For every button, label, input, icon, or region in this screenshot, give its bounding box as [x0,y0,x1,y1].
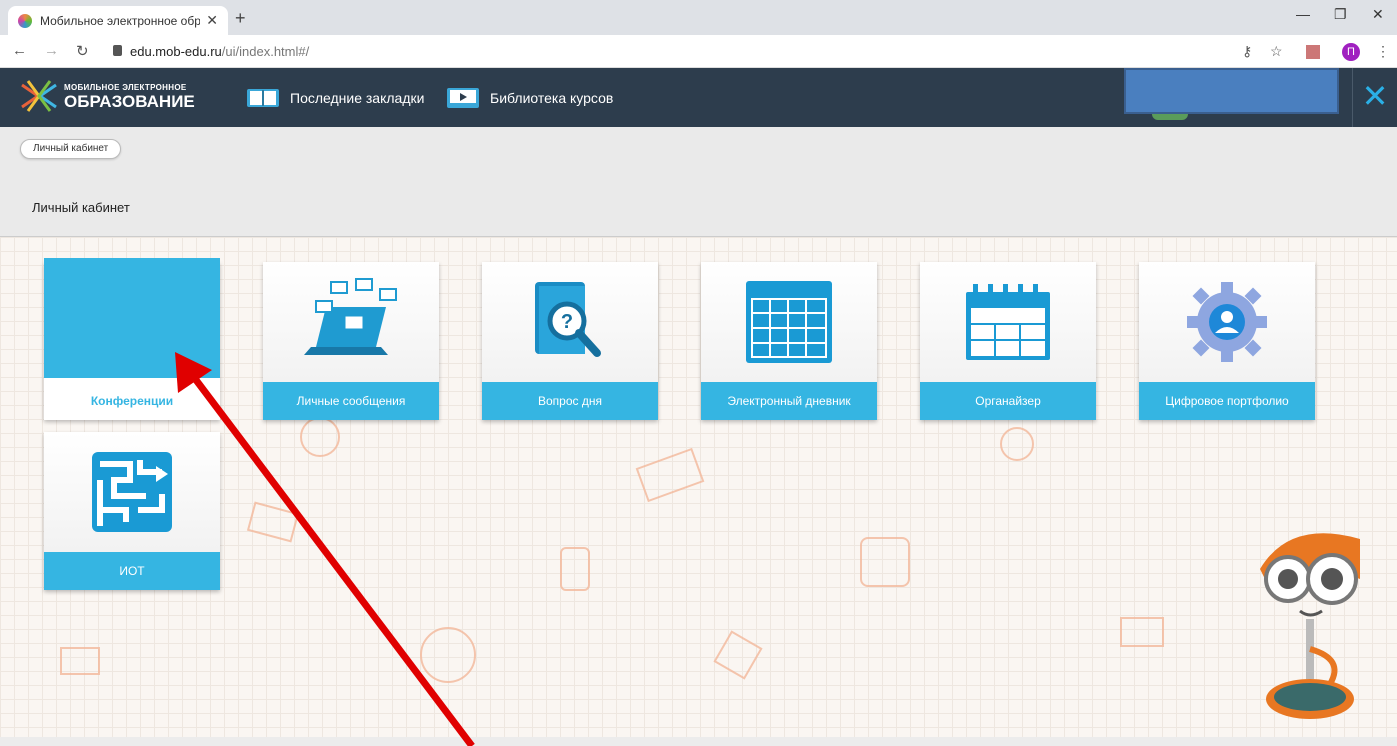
doodle-decoration [1000,427,1034,461]
svg-text:?: ? [561,311,573,333]
robot-mascot-icon[interactable] [1250,519,1370,729]
tile-label: Личные сообщения [263,382,439,420]
video-library-icon [447,88,479,108]
close-menu-button[interactable]: ✕ [1352,68,1397,127]
doodle-decoration [635,447,705,503]
logo-icon[interactable] [20,79,58,113]
tile-label: Органайзер [920,382,1096,420]
doodle-decoration [1120,617,1164,647]
tile-label: Цифровое портфолио [1139,382,1315,420]
tab-title: Мобильное электронное обра [40,13,201,28]
site-favicon-icon [18,13,32,28]
browser-tab[interactable]: Мобильное электронное обра ✕ [8,6,228,35]
tab-close-icon[interactable]: ✕ [206,12,218,29]
breadcrumb-area: Личный кабинет Личный кабинет [0,127,1397,237]
nav-label: Последние закладки [290,90,425,106]
tile-label: Вопрос дня [482,382,658,420]
dashboard-area: Конференции Личные сообщения ? Вопрос дн… [0,237,1397,737]
forward-icon[interactable]: → [44,42,59,59]
diary-grid-icon [746,281,832,363]
tile-organizer[interactable]: Органайзер [920,262,1096,420]
page-title: Личный кабинет [32,200,130,215]
star-icon[interactable]: ☆ [1270,43,1283,60]
back-icon[interactable]: ← [12,42,27,59]
tile-label: ИОТ [44,552,220,590]
reload-icon[interactable]: ↻ [76,42,89,60]
conference-icon [44,258,220,378]
question-book-icon: ? [535,282,601,357]
lock-icon [113,45,122,56]
user-info-redacted[interactable] [1124,68,1339,114]
doodle-decoration [300,417,340,457]
doodle-decoration [713,630,763,680]
browser-tab-bar: Мобильное электронное обра ✕ + — ❐ ✕ [0,0,1397,35]
tile-iot[interactable]: ИОТ [44,432,220,590]
nav-course-library[interactable]: Библиотека курсов [446,87,613,109]
new-tab-button[interactable]: + [235,8,246,29]
tile-electronic-diary[interactable]: Электронный дневник [701,262,877,420]
tile-digital-portfolio[interactable]: Цифровое портфолио [1139,262,1315,420]
doodle-decoration [560,547,590,591]
bottom-toolbar [0,737,1397,746]
book-icon [247,89,279,107]
restore-icon[interactable]: ❐ [1334,6,1347,23]
tile-label: Электронный дневник [701,382,877,420]
breadcrumb-item[interactable]: Личный кабинет [20,139,122,159]
messages-laptop-icon [304,278,397,355]
maze-icon [92,452,172,532]
url-field[interactable]: edu.mob-edu.ru/ui/index.html#/ [130,44,309,59]
tile-question-of-day[interactable]: ? Вопрос дня [482,262,658,420]
logo-title: ОБРАЗОВАНИЕ [64,92,195,111]
pdf-extension-icon[interactable] [1306,45,1320,59]
logo-subtitle: МОБИЛЬНОЕ ЭЛЕКТРОННОЕ [64,83,187,92]
app-header: МОБИЛЬНОЕ ЭЛЕКТРОННОЕ ОБРАЗОВАНИЕ Послед… [0,68,1397,127]
menu-icon[interactable]: ⋮ [1376,43,1390,60]
doodle-decoration [860,537,910,587]
doodle-decoration [246,501,300,543]
tile-messages[interactable]: Личные сообщения [263,262,439,420]
tile-conferences[interactable]: Конференции [44,258,220,420]
key-icon[interactable]: ⚷ [1242,43,1252,60]
window-close-icon[interactable]: ✕ [1372,6,1384,23]
tile-label: Конференции [44,382,220,420]
doodle-decoration [420,627,476,683]
nav-recent-bookmarks[interactable]: Последние закладки [246,87,424,109]
nav-label: Библиотека курсов [490,90,614,106]
calendar-icon [966,284,1050,360]
user-avatar[interactable] [1152,114,1188,120]
address-bar: ← → ↻ edu.mob-edu.ru/ui/index.html#/ ⚷ ☆… [0,35,1397,68]
profile-avatar[interactable]: П [1342,43,1360,61]
minimize-icon[interactable]: — [1296,6,1310,22]
portfolio-gear-icon [1187,282,1267,362]
doodle-decoration [60,647,100,675]
